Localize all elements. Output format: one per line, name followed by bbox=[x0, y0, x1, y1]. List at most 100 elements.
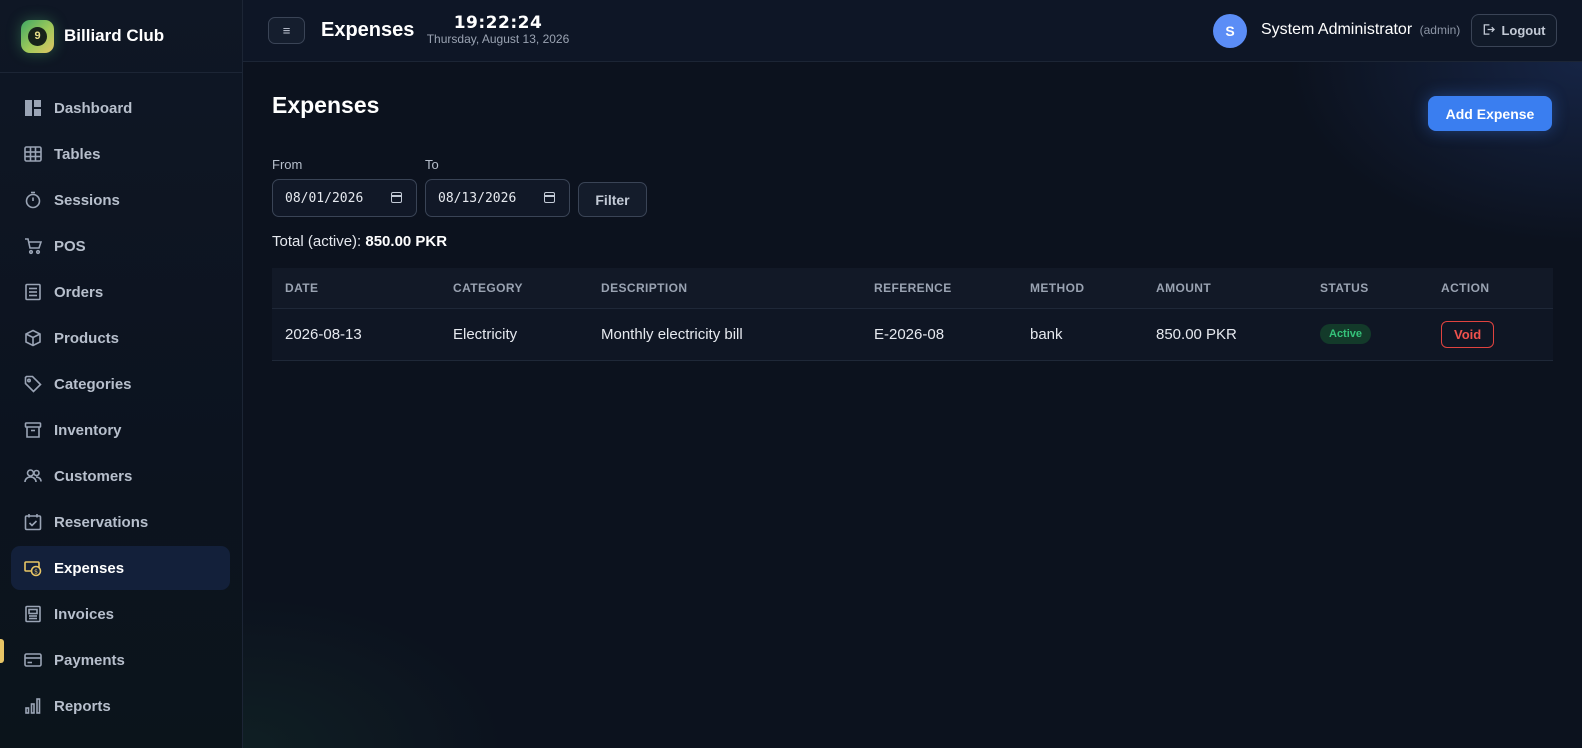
column-header-method: METHOD bbox=[1017, 268, 1143, 309]
top-header: ≡ Expenses 19:22:24 Thursday, August 13,… bbox=[243, 0, 1582, 62]
sidebar-item-dashboard[interactable]: Dashboard bbox=[11, 86, 230, 130]
cart-icon bbox=[23, 236, 43, 256]
svg-text:$: $ bbox=[34, 569, 38, 576]
sidebar-item-label: Tables bbox=[54, 145, 101, 163]
sidebar-item-label: Dashboard bbox=[54, 99, 133, 117]
from-date-input[interactable]: 08/01/2026 bbox=[272, 179, 417, 217]
clock-date: Thursday, August 13, 2026 bbox=[426, 32, 570, 46]
to-label: To bbox=[425, 157, 439, 172]
sidebar-item-orders[interactable]: Orders bbox=[11, 270, 230, 314]
user-name: System Administrator bbox=[1261, 21, 1413, 38]
cell-date: 2026-08-13 bbox=[272, 308, 440, 361]
sidebar-item-payments[interactable]: Payments bbox=[11, 638, 230, 682]
sidebar: 9 Billiard Club Dashboard Tables Session… bbox=[0, 0, 243, 748]
to-date-input[interactable]: 08/13/2026 bbox=[425, 179, 570, 217]
column-header-action: ACTION bbox=[1428, 268, 1553, 309]
money-icon: $ bbox=[23, 558, 43, 578]
from-date-value: 08/01/2026 bbox=[285, 190, 364, 206]
sidebar-item-label: Reservations bbox=[54, 513, 149, 531]
sidebar-item-label: Expenses bbox=[54, 559, 125, 577]
cell-action: Void bbox=[1428, 308, 1553, 361]
sidebar-nav: Dashboard Tables Sessions POS Orders Pro… bbox=[0, 73, 242, 728]
cell-description: Monthly electricity bill bbox=[588, 308, 861, 361]
cell-category: Electricity bbox=[440, 308, 588, 361]
users-icon bbox=[23, 466, 43, 486]
status-badge: Active bbox=[1320, 324, 1372, 344]
sidebar-item-label: Products bbox=[54, 329, 120, 347]
cell-amount: 850.00 PKR bbox=[1143, 308, 1307, 361]
table-grid-icon bbox=[23, 144, 43, 164]
main-content: Expenses Add Expense From 08/01/2026 To … bbox=[243, 62, 1582, 748]
cell-status: Active bbox=[1307, 308, 1428, 361]
sidebar-item-pos[interactable]: POS bbox=[11, 224, 230, 268]
column-header-amount: AMOUNT bbox=[1143, 268, 1307, 309]
sidebar-item-label: Orders bbox=[54, 283, 104, 301]
sidebar-item-label: Inventory bbox=[54, 421, 122, 439]
sidebar-item-label: Categories bbox=[54, 375, 132, 393]
clock-time: 19:22:24 bbox=[453, 13, 543, 33]
avatar[interactable]: S bbox=[1213, 14, 1247, 48]
column-header-date: DATE bbox=[272, 268, 440, 309]
brand[interactable]: 9 Billiard Club bbox=[0, 0, 242, 73]
logo-glyph: 9 bbox=[28, 26, 47, 46]
archive-icon bbox=[23, 420, 43, 440]
user-role: (admin) bbox=[1419, 23, 1461, 37]
page-title: Expenses bbox=[272, 92, 380, 118]
sidebar-item-invoices[interactable]: Invoices bbox=[11, 592, 230, 636]
invoice-icon bbox=[23, 604, 43, 624]
receipt-icon bbox=[23, 282, 43, 302]
sidebar-item-expenses[interactable]: $ Expenses bbox=[11, 546, 230, 590]
sidebar-item-reports[interactable]: Reports bbox=[11, 684, 230, 728]
filter-button[interactable]: Filter bbox=[578, 182, 647, 217]
total-summary: Total (active): 850.00 PKR bbox=[272, 233, 447, 250]
sidebar-item-categories[interactable]: Categories bbox=[11, 362, 230, 406]
sidebar-item-label: POS bbox=[54, 237, 86, 255]
cell-reference: E-2026-08 bbox=[861, 308, 1017, 361]
to-date-value: 08/13/2026 bbox=[438, 190, 517, 206]
sidebar-item-label: Customers bbox=[54, 467, 133, 485]
sidebar-item-sessions[interactable]: Sessions bbox=[11, 178, 230, 222]
expenses-table: DATE CATEGORY DESCRIPTION REFERENCE METH… bbox=[272, 268, 1553, 361]
tag-icon bbox=[23, 374, 43, 394]
card-icon bbox=[23, 650, 43, 670]
total-label: Total (active): bbox=[272, 233, 362, 250]
logout-button[interactable]: Logout bbox=[1471, 14, 1557, 47]
user-info: System Administrator (admin) bbox=[1261, 21, 1460, 39]
sidebar-item-products[interactable]: Products bbox=[11, 316, 230, 360]
sidebar-item-reservations[interactable]: Reservations bbox=[11, 500, 230, 544]
active-indicator bbox=[0, 639, 4, 663]
menu-toggle-button[interactable]: ≡ bbox=[268, 17, 305, 44]
sidebar-item-label: Invoices bbox=[54, 605, 115, 623]
from-label: From bbox=[272, 157, 303, 172]
column-header-description: DESCRIPTION bbox=[588, 268, 861, 309]
dashboard-icon bbox=[23, 98, 43, 118]
void-button[interactable]: Void bbox=[1441, 320, 1495, 348]
sidebar-item-tables[interactable]: Tables bbox=[11, 132, 230, 176]
column-header-status: STATUS bbox=[1307, 268, 1428, 309]
total-value: 850.00 PKR bbox=[365, 233, 448, 250]
column-header-reference: REFERENCE bbox=[861, 268, 1017, 309]
logout-icon bbox=[1482, 23, 1496, 39]
header-title: Expenses bbox=[321, 19, 415, 41]
calendar-check-icon bbox=[23, 512, 43, 532]
billiard-ball-logo-icon: 9 bbox=[21, 19, 54, 53]
table-row: 2026-08-13 Electricity Monthly electrici… bbox=[272, 308, 1553, 361]
brand-name: Billiard Club bbox=[64, 26, 165, 45]
sidebar-item-label: Reports bbox=[54, 697, 111, 715]
sidebar-item-customers[interactable]: Customers bbox=[11, 454, 230, 498]
stopwatch-icon bbox=[23, 190, 43, 210]
column-header-category: CATEGORY bbox=[440, 268, 588, 309]
sidebar-item-label: Payments bbox=[54, 651, 125, 669]
calendar-icon[interactable] bbox=[391, 192, 402, 203]
clock: 19:22:24 Thursday, August 13, 2026 bbox=[423, 13, 573, 46]
add-expense-button[interactable]: Add Expense bbox=[1428, 96, 1552, 131]
hamburger-icon: ≡ bbox=[282, 23, 291, 38]
logout-label: Logout bbox=[1501, 23, 1546, 38]
table-header-row: DATE CATEGORY DESCRIPTION REFERENCE METH… bbox=[272, 268, 1553, 309]
box-icon bbox=[23, 328, 43, 348]
calendar-icon[interactable] bbox=[544, 192, 555, 203]
bar-chart-icon bbox=[23, 696, 43, 716]
sidebar-item-inventory[interactable]: Inventory bbox=[11, 408, 230, 452]
sidebar-item-label: Sessions bbox=[54, 191, 120, 209]
cell-method: bank bbox=[1017, 308, 1143, 361]
